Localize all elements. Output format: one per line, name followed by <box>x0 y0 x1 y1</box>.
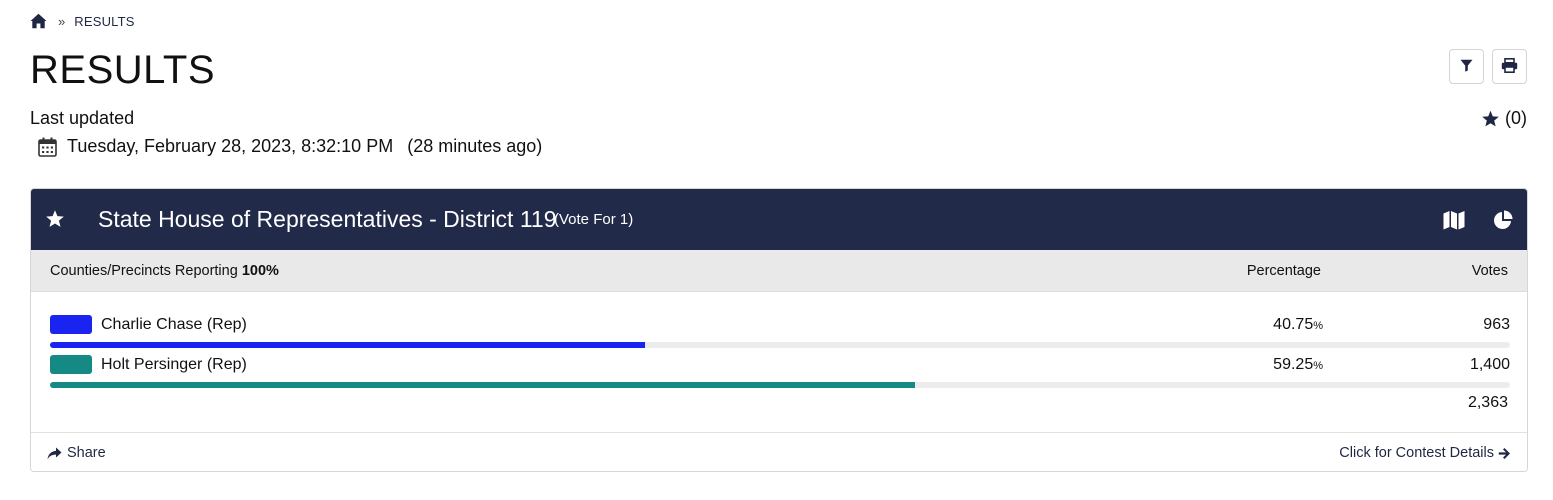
arrow-right-icon <box>1498 447 1510 459</box>
last-updated-date: Tuesday, February 28, 2023, 8:32:10 PM <box>67 136 394 156</box>
candidate-name: Charlie Chase (Rep) <box>101 316 247 333</box>
contest-footer: Share Click for Contest Details <box>31 432 1527 471</box>
home-icon[interactable] <box>30 13 47 29</box>
calendar-icon <box>38 137 57 157</box>
last-updated-ago: (28 minutes ago) <box>407 136 543 156</box>
candidate-votes: 1,400 <box>1469 356 1510 373</box>
candidate-color-swatch <box>50 315 92 334</box>
contest-card: State House of Representatives - Distric… <box>30 188 1528 472</box>
total-votes: 2,363 <box>1467 394 1508 411</box>
favorite-star-icon[interactable] <box>45 209 65 229</box>
print-icon <box>1501 57 1518 76</box>
map-icon[interactable] <box>1443 210 1465 230</box>
contest-header: State House of Representatives - Distric… <box>31 189 1527 250</box>
column-header-votes: Votes <box>1471 263 1508 279</box>
reporting-label: Counties/Precincts Reporting <box>50 263 238 279</box>
candidate-name: Holt Persinger (Rep) <box>101 356 247 373</box>
breadcrumb-separator: » <box>58 13 66 29</box>
reporting-status: Counties/Precincts Reporting 100% <box>50 263 279 279</box>
candidate-votes: 963 <box>1483 316 1510 333</box>
filter-button[interactable] <box>1449 49 1484 84</box>
contest-subheader: Counties/Precincts Reporting 100% Percen… <box>31 250 1527 292</box>
share-link[interactable]: Share <box>47 445 106 461</box>
star-icon <box>1482 110 1499 126</box>
favorites-count: (0) <box>1505 108 1527 128</box>
last-updated-label: Last updated <box>30 108 135 128</box>
vote-for-label: (Vote For 1) <box>554 211 634 228</box>
candidate-progress-fill <box>50 342 645 348</box>
candidate-color-swatch <box>50 355 92 374</box>
contest-details-link[interactable]: Click for Contest Details <box>1339 445 1511 461</box>
reporting-value: 100% <box>241 263 279 279</box>
column-header-percentage: Percentage <box>1246 263 1321 279</box>
print-button[interactable] <box>1492 49 1527 84</box>
candidate-progress-track <box>50 382 1510 388</box>
candidate-row: Holt Persinger (Rep) 59.25% 1,400 <box>50 355 1510 395</box>
candidate-progress-fill <box>50 382 916 388</box>
share-label: Share <box>67 445 106 461</box>
candidate-row: Charlie Chase (Rep) 40.75% 963 <box>50 315 1510 355</box>
pie-chart-icon[interactable] <box>1493 210 1513 230</box>
page-title: RESULTS <box>30 48 216 92</box>
breadcrumb-current: RESULTS <box>74 13 135 29</box>
last-updated-row: Tuesday, February 28, 2023, 8:32:10 PM (… <box>38 136 542 157</box>
share-icon <box>47 447 62 459</box>
candidate-progress-track <box>50 342 1510 348</box>
contest-title[interactable]: State House of Representatives - Distric… <box>98 206 557 233</box>
candidate-percentage: 40.75% <box>1273 316 1323 333</box>
contest-details-label: Click for Contest Details <box>1339 445 1494 461</box>
filter-icon <box>1460 59 1473 75</box>
candidate-percentage: 59.25% <box>1273 356 1323 373</box>
favorites-link[interactable]: (0) <box>1481 108 1527 129</box>
breadcrumb: » RESULTS <box>30 11 135 31</box>
